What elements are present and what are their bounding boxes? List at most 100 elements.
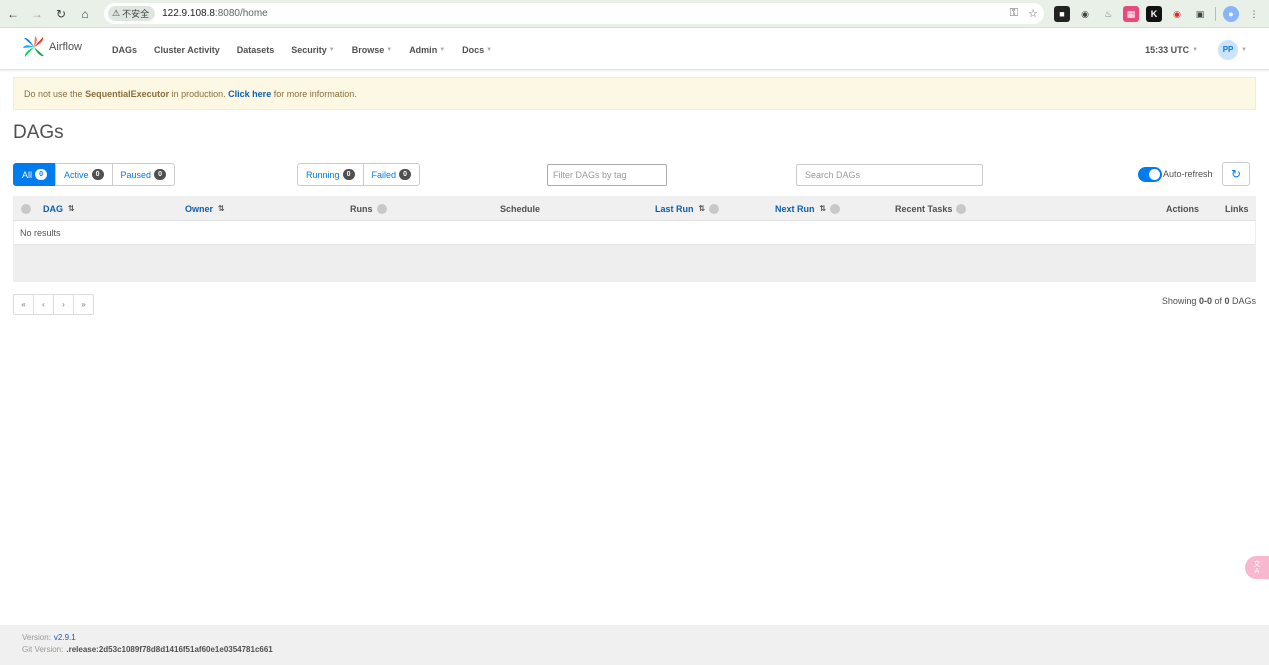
first-page-button[interactable]: « xyxy=(13,294,34,315)
version-label: Version: xyxy=(22,633,51,642)
main-menu: DAGs Cluster Activity Datasets Security ▼ Bro… xyxy=(112,29,509,70)
extension-icon[interactable]: ◉ xyxy=(1169,6,1185,22)
sort-icon: ⇅ xyxy=(819,204,827,213)
dags-table: DAG ⇅ Owner ⇅ Runs Schedule Last Run ⇅ Next… xyxy=(13,196,1256,282)
column-label: Schedule xyxy=(500,203,541,214)
info-icon[interactable] xyxy=(376,203,387,214)
auto-refresh-label: Auto-refresh xyxy=(1163,169,1213,179)
key-icon[interactable]: ⚿ xyxy=(1010,7,1018,20)
translate-float-icon[interactable]: 文A xyxy=(1245,556,1269,579)
column-dag[interactable]: DAG ⇅ xyxy=(43,196,75,221)
tag-filter-input[interactable]: Filter DAGs by tag xyxy=(547,164,667,186)
nav-item-browse[interactable]: Browse ▼ xyxy=(352,45,392,55)
nav-item-cluster-activity[interactable]: Cluster Activity xyxy=(154,45,220,55)
refresh-icon: ↻ xyxy=(1230,167,1242,181)
column-recent-tasks: Recent Tasks xyxy=(895,196,967,221)
divider xyxy=(1215,7,1216,21)
git-version-value: .release:2d53c1089f78d8d1416f51af60e1e03… xyxy=(66,645,273,654)
chevron-down-icon: ▼ xyxy=(486,46,493,53)
showing-text: DAGs xyxy=(1229,296,1256,306)
column-label: DAG xyxy=(43,203,63,214)
table-header: DAG ⇅ Owner ⇅ Runs Schedule Last Run ⇅ Next… xyxy=(13,196,1256,221)
nav-item-docs[interactable]: Docs ▼ xyxy=(462,45,492,55)
app-navbar: Airflow DAGs Cluster Activity Datasets Secu… xyxy=(0,29,1269,70)
brand[interactable]: Airflow xyxy=(22,35,82,59)
column-label: Next Run xyxy=(775,203,815,214)
column-label: Owner xyxy=(185,203,214,214)
extension-icon[interactable]: ♨ xyxy=(1100,6,1116,22)
filter-paused-button[interactable]: Paused 0 xyxy=(111,163,176,186)
filter-label: All xyxy=(22,169,33,180)
avatar-initials: PP xyxy=(1222,45,1234,54)
more-icon[interactable]: ⋮ xyxy=(1246,6,1262,22)
column-actions: Actions xyxy=(1166,196,1199,221)
filter-active-button[interactable]: Active 0 xyxy=(55,163,113,186)
extension-icon[interactable]: ◉ xyxy=(1077,6,1093,22)
status-filter-group: All 0 Active 0 Paused 0 xyxy=(13,163,176,186)
nav-item-security[interactable]: Security ▼ xyxy=(291,45,334,55)
sort-icon: ⇅ xyxy=(698,204,706,213)
info-icon[interactable] xyxy=(830,203,841,214)
column-owner[interactable]: Owner ⇅ xyxy=(185,196,225,221)
count-badge: 0 xyxy=(342,169,355,180)
filter-failed-button[interactable]: Failed 0 xyxy=(362,163,421,186)
info-icon[interactable] xyxy=(21,196,31,221)
refresh-button[interactable]: ↻ xyxy=(1222,162,1250,186)
filter-label: Failed xyxy=(371,169,397,180)
url-text: 122.9.108.8:8080/home xyxy=(162,8,268,19)
alert-link[interactable]: Click here xyxy=(228,89,271,99)
filter-running-button[interactable]: Running 0 xyxy=(297,163,364,186)
nav-item-dags[interactable]: DAGs xyxy=(112,45,137,55)
column-runs: Runs xyxy=(350,196,387,221)
alert-text: Do not use the xyxy=(24,88,83,99)
column-label: Last Run xyxy=(655,203,694,214)
extension-icon[interactable]: K xyxy=(1146,6,1162,22)
reload-icon[interactable]: ↻ xyxy=(50,3,72,25)
forward-icon[interactable]: → xyxy=(26,3,48,25)
info-icon[interactable] xyxy=(709,203,720,214)
puzzle-icon[interactable]: ▣ xyxy=(1192,6,1208,22)
extension-icon[interactable]: ■ xyxy=(1054,6,1070,22)
chevron-down-icon: ▼ xyxy=(386,46,393,53)
last-page-button[interactable]: » xyxy=(73,294,94,315)
prev-page-button[interactable]: ‹ xyxy=(33,294,54,315)
airflow-logo-icon xyxy=(23,36,44,57)
column-last-run[interactable]: Last Run ⇅ xyxy=(655,196,720,221)
home-icon[interactable]: ⌂ xyxy=(74,3,96,25)
showing-range: 0-0 xyxy=(1198,296,1212,306)
next-page-button[interactable]: › xyxy=(53,294,74,315)
showing-text: of xyxy=(1211,296,1225,306)
tag-filter-placeholder: Filter DAGs by tag xyxy=(553,170,627,180)
sort-icon: ⇅ xyxy=(68,204,75,213)
security-chip[interactable]: ⚠ 不安全 xyxy=(108,6,156,21)
profile-icon[interactable]: ● xyxy=(1223,6,1239,22)
url-path: :8080/home xyxy=(214,8,268,19)
search-input[interactable]: Search DAGs xyxy=(796,164,983,186)
pagination: «‹ ›» xyxy=(13,294,94,315)
column-next-run[interactable]: Next Run ⇅ xyxy=(775,196,841,221)
chevron-down-icon: ▼ xyxy=(1192,46,1199,53)
nav-item-label: Docs xyxy=(462,44,485,55)
info-icon[interactable] xyxy=(956,203,967,214)
auto-refresh-toggle[interactable] xyxy=(1138,167,1162,182)
nav-item-admin[interactable]: Admin ▼ xyxy=(409,45,445,55)
avatar[interactable]: PP xyxy=(1218,39,1239,60)
git-version-label: Git Version: xyxy=(22,645,64,654)
nav-item-datasets[interactable]: Datasets xyxy=(237,45,275,55)
address-bar[interactable]: ⚠ 不安全 122.9.108.8:8080/home ⚿ ☆ xyxy=(104,3,1044,24)
showing-text: Showing xyxy=(1161,296,1199,306)
back-icon[interactable]: ← xyxy=(2,3,24,25)
brand-name: Airflow xyxy=(49,41,83,53)
star-icon[interactable]: ☆ xyxy=(1028,7,1038,20)
alert-text: in production. xyxy=(171,88,226,99)
version-value[interactable]: v2.9.1 xyxy=(54,633,76,645)
nav-item-label: Security xyxy=(291,44,327,55)
column-label: Actions xyxy=(1166,203,1200,214)
clock-menu[interactable]: 15:33 UTC ▼ xyxy=(1145,45,1198,55)
clock-text: 15:33 UTC xyxy=(1145,44,1190,55)
column-label: Runs xyxy=(350,203,373,214)
extension-icon[interactable]: ▦ xyxy=(1123,6,1139,22)
nav-item-label: DAGs xyxy=(112,44,138,55)
filter-all-button[interactable]: All 0 xyxy=(13,163,57,186)
security-label: 不安全 xyxy=(122,9,150,19)
